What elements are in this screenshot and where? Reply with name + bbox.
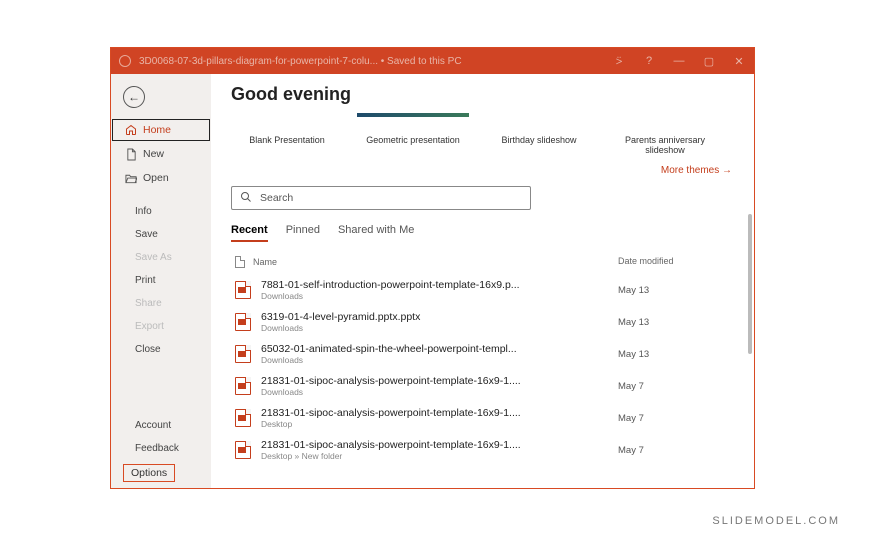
file-date: May 7 <box>618 381 738 392</box>
maximize-icon[interactable]: ▢ <box>694 48 724 74</box>
nav-feedback[interactable]: Feedback <box>111 437 211 460</box>
open-icon <box>125 172 137 184</box>
template-label: Blank Presentation <box>249 135 325 145</box>
nav-save-as: Save As <box>111 246 211 269</box>
pptx-icon <box>235 345 251 363</box>
nav-label: Open <box>143 172 169 184</box>
nav-close[interactable]: Close <box>111 338 211 361</box>
file-date: May 7 <box>618 413 738 424</box>
nav-label: Close <box>135 344 161 355</box>
nav-label: Options <box>131 467 167 479</box>
mic-icon[interactable]: ⍩ <box>604 48 634 74</box>
file-row[interactable]: 7881-01-self-introduction-powerpoint-tem… <box>231 274 738 306</box>
home-icon <box>125 124 137 136</box>
templates-row: Blank Presentation Geometric presentatio… <box>231 113 738 155</box>
file-row[interactable]: 21831-01-sipoc-analysis-powerpoint-templ… <box>231 370 738 402</box>
file-name: 21831-01-sipoc-analysis-powerpoint-templ… <box>261 439 561 451</box>
tab-pinned[interactable]: Pinned <box>286 224 320 242</box>
file-name: 7881-01-self-introduction-powerpoint-tem… <box>261 279 561 291</box>
greeting: Good evening <box>231 84 738 105</box>
file-date: May 13 <box>618 349 738 360</box>
template-item[interactable]: Parents anniversary slideshow <box>609 113 721 155</box>
file-row[interactable]: 21831-01-sipoc-analysis-powerpoint-templ… <box>231 434 738 466</box>
template-item[interactable]: Blank Presentation <box>231 113 343 155</box>
nav-open[interactable]: Open <box>111 166 211 190</box>
nav-account[interactable]: Account <box>111 414 211 437</box>
tab-recent[interactable]: Recent <box>231 224 268 242</box>
file-date: May 13 <box>618 285 738 296</box>
tabs: Recent Pinned Shared with Me <box>231 224 738 242</box>
file-location: Downloads <box>261 387 618 397</box>
pptx-icon <box>235 281 251 299</box>
pptx-icon <box>235 313 251 331</box>
nav-info[interactable]: Info <box>111 200 211 223</box>
titlebar-title: 3D0068-07-3d-pillars-diagram-for-powerpo… <box>139 56 462 67</box>
template-label: Birthday slideshow <box>501 135 576 145</box>
nav-label: Feedback <box>135 443 179 454</box>
nav-new[interactable]: New <box>111 142 211 166</box>
nav-label: Share <box>135 298 162 309</box>
col-name: Name <box>253 257 277 267</box>
titlebar: 3D0068-07-3d-pillars-diagram-for-powerpo… <box>111 48 754 74</box>
pptx-icon <box>235 409 251 427</box>
file-date: May 7 <box>618 445 738 456</box>
template-item[interactable]: Birthday slideshow <box>483 113 595 155</box>
nav-save[interactable]: Save <box>111 223 211 246</box>
file-location: Desktop <box>261 419 618 429</box>
back-button[interactable]: ← <box>123 86 145 108</box>
file-row[interactable]: 6319-01-4-level-pyramid.pptx.pptxDownloa… <box>231 306 738 338</box>
nav-label: Home <box>143 124 171 136</box>
nav-print[interactable]: Print <box>111 269 211 292</box>
app-icon <box>119 55 131 67</box>
file-name: 6319-01-4-level-pyramid.pptx.pptx <box>261 311 561 323</box>
nav-label: Account <box>135 420 171 431</box>
app-window: 3D0068-07-3d-pillars-diagram-for-powerpo… <box>110 47 755 489</box>
doc-icon <box>235 256 245 268</box>
search-input[interactable]: Search <box>231 186 531 210</box>
watermark: SLIDEMODEL.COM <box>712 515 840 527</box>
minimize-icon[interactable]: — <box>664 48 694 74</box>
file-row[interactable]: 65032-01-animated-spin-the-wheel-powerpo… <box>231 338 738 370</box>
file-name: 21831-01-sipoc-analysis-powerpoint-templ… <box>261 407 561 419</box>
new-icon <box>125 148 137 160</box>
col-date: Date modified <box>618 256 738 268</box>
file-name: 21831-01-sipoc-analysis-powerpoint-templ… <box>261 375 561 387</box>
main: Good evening Blank Presentation Geometri… <box>211 74 754 488</box>
sidebar: ← Home New Open Info Save <box>111 74 211 488</box>
nav-export: Export <box>111 315 211 338</box>
file-row[interactable]: 21831-01-sipoc-analysis-powerpoint-templ… <box>231 402 738 434</box>
nav-home[interactable]: Home <box>111 118 211 142</box>
file-location: Downloads <box>261 355 618 365</box>
nav-label: Print <box>135 275 156 286</box>
more-themes-link[interactable]: More themes → <box>231 165 732 176</box>
tab-shared[interactable]: Shared with Me <box>338 224 414 242</box>
file-location: Downloads <box>261 323 618 333</box>
nav-label: Info <box>135 206 152 217</box>
template-item[interactable]: Geometric presentation <box>357 113 469 155</box>
search-icon <box>240 191 252 206</box>
pptx-icon <box>235 377 251 395</box>
nav-options[interactable]: Options <box>123 464 175 482</box>
nav-label: Save <box>135 229 158 240</box>
nav-label: Save As <box>135 252 172 263</box>
file-location: Downloads <box>261 291 618 301</box>
help-icon[interactable]: ? <box>634 48 664 74</box>
file-location: Desktop » New folder <box>261 451 618 461</box>
file-date: May 13 <box>618 317 738 328</box>
template-label: Geometric presentation <box>366 135 460 145</box>
search-placeholder: Search <box>260 192 293 204</box>
file-name: 65032-01-animated-spin-the-wheel-powerpo… <box>261 343 561 355</box>
template-label: Parents anniversary slideshow <box>625 135 705 155</box>
scrollbar[interactable] <box>748 214 752 354</box>
nav-label: New <box>143 148 164 160</box>
nav-label: Export <box>135 321 164 332</box>
pptx-icon <box>235 441 251 459</box>
nav-share: Share <box>111 292 211 315</box>
file-list: 7881-01-self-introduction-powerpoint-tem… <box>231 274 738 488</box>
close-icon[interactable]: ✕ <box>724 48 754 74</box>
column-headers: Name Date modified <box>231 252 738 274</box>
